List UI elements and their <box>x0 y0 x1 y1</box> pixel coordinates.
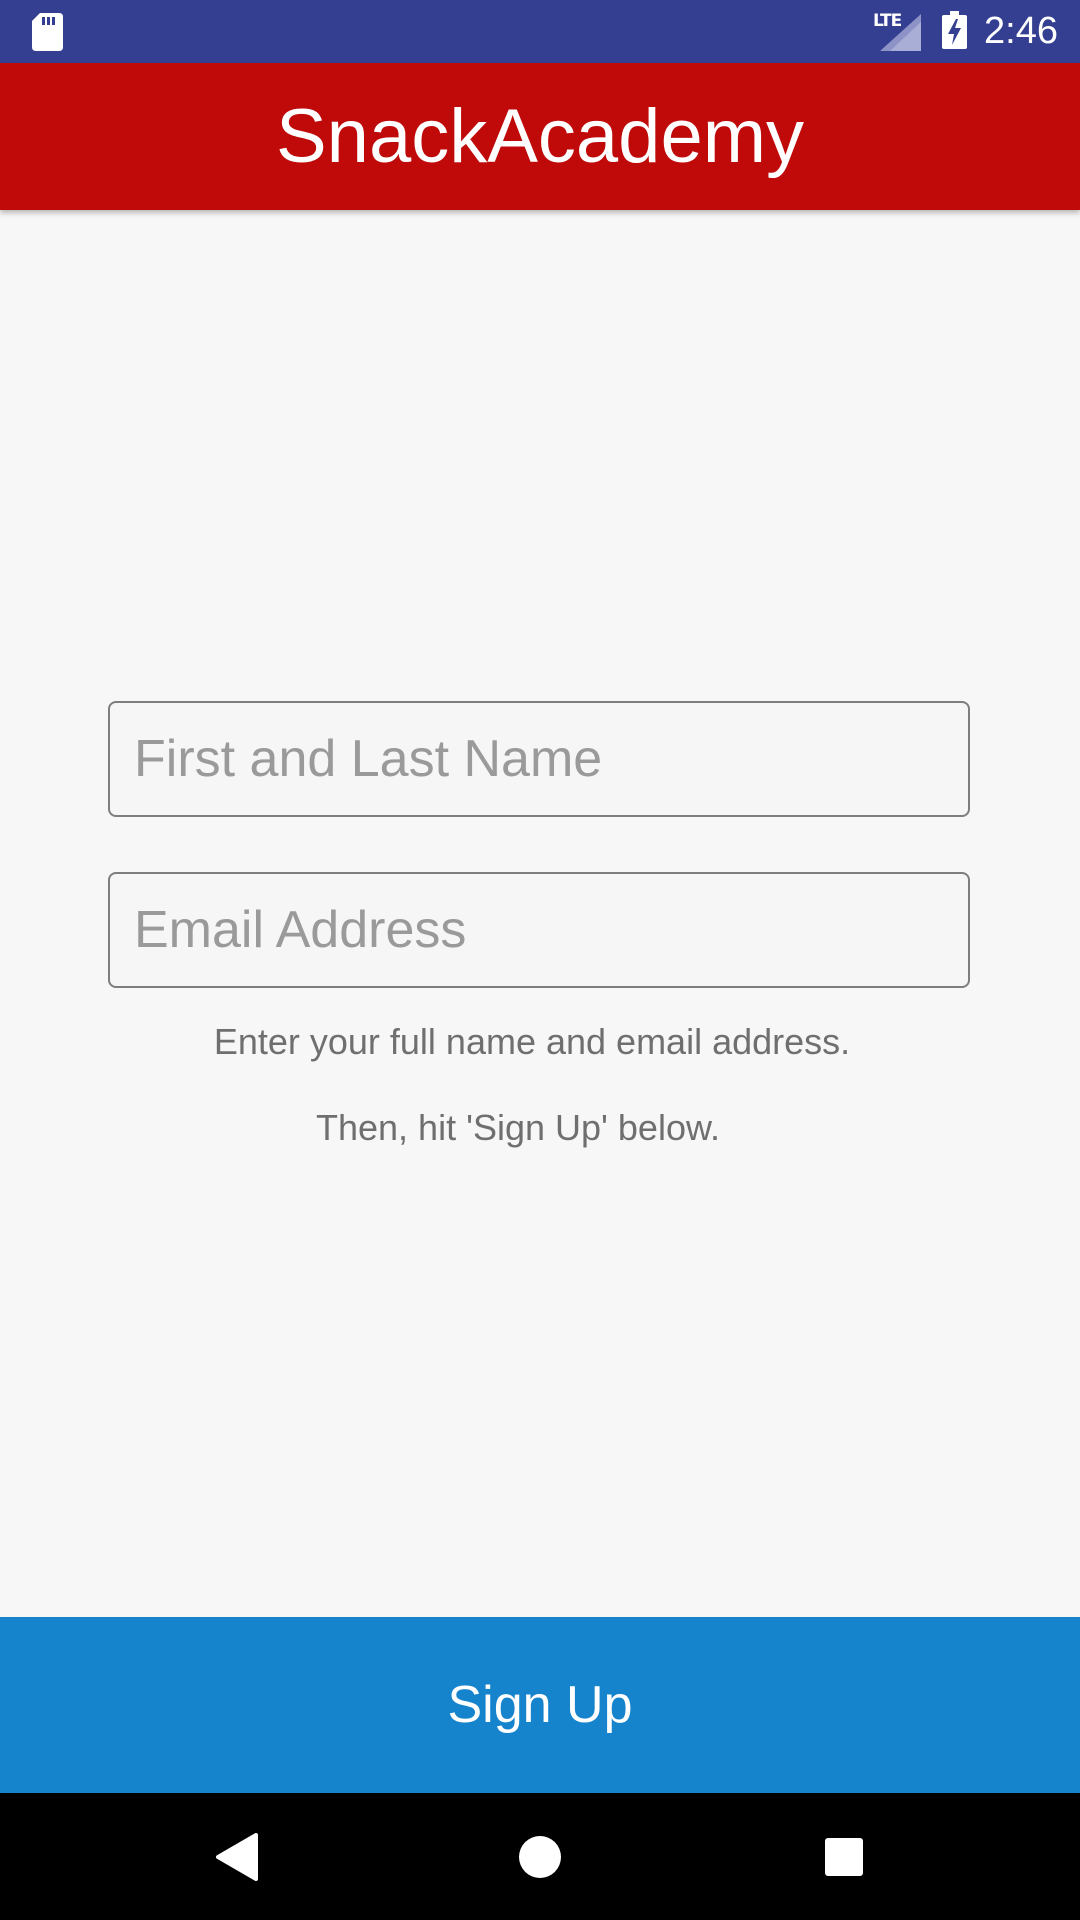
instruction-subtext: Then, hit 'Sign Up' below. <box>316 1107 720 1148</box>
screen: LTE 2:46 SnackAcademy Enter your full na… <box>0 0 1080 1920</box>
back-button[interactable] <box>208 1827 268 1887</box>
navigation-bar <box>0 1793 1080 1920</box>
status-bar: LTE 2:46 <box>0 0 1080 63</box>
app-title: SnackAcademy <box>275 93 805 179</box>
instruction-text: Enter your full name and email address. <box>213 1021 851 1062</box>
recents-icon <box>825 1838 863 1876</box>
back-icon <box>216 1833 258 1881</box>
home-button[interactable] <box>510 1827 570 1887</box>
sd-card-icon <box>32 13 63 51</box>
battery-charging-icon <box>942 11 967 49</box>
app-bar: SnackAcademy <box>0 63 1080 210</box>
clock: 2:46 <box>984 10 1058 52</box>
recents-button[interactable] <box>814 1827 874 1887</box>
name-input[interactable] <box>108 701 970 817</box>
home-icon <box>519 1836 561 1878</box>
signal-icon <box>880 14 921 51</box>
email-input[interactable] <box>108 872 970 988</box>
sign-up-button[interactable]: Sign Up <box>0 1617 1080 1793</box>
